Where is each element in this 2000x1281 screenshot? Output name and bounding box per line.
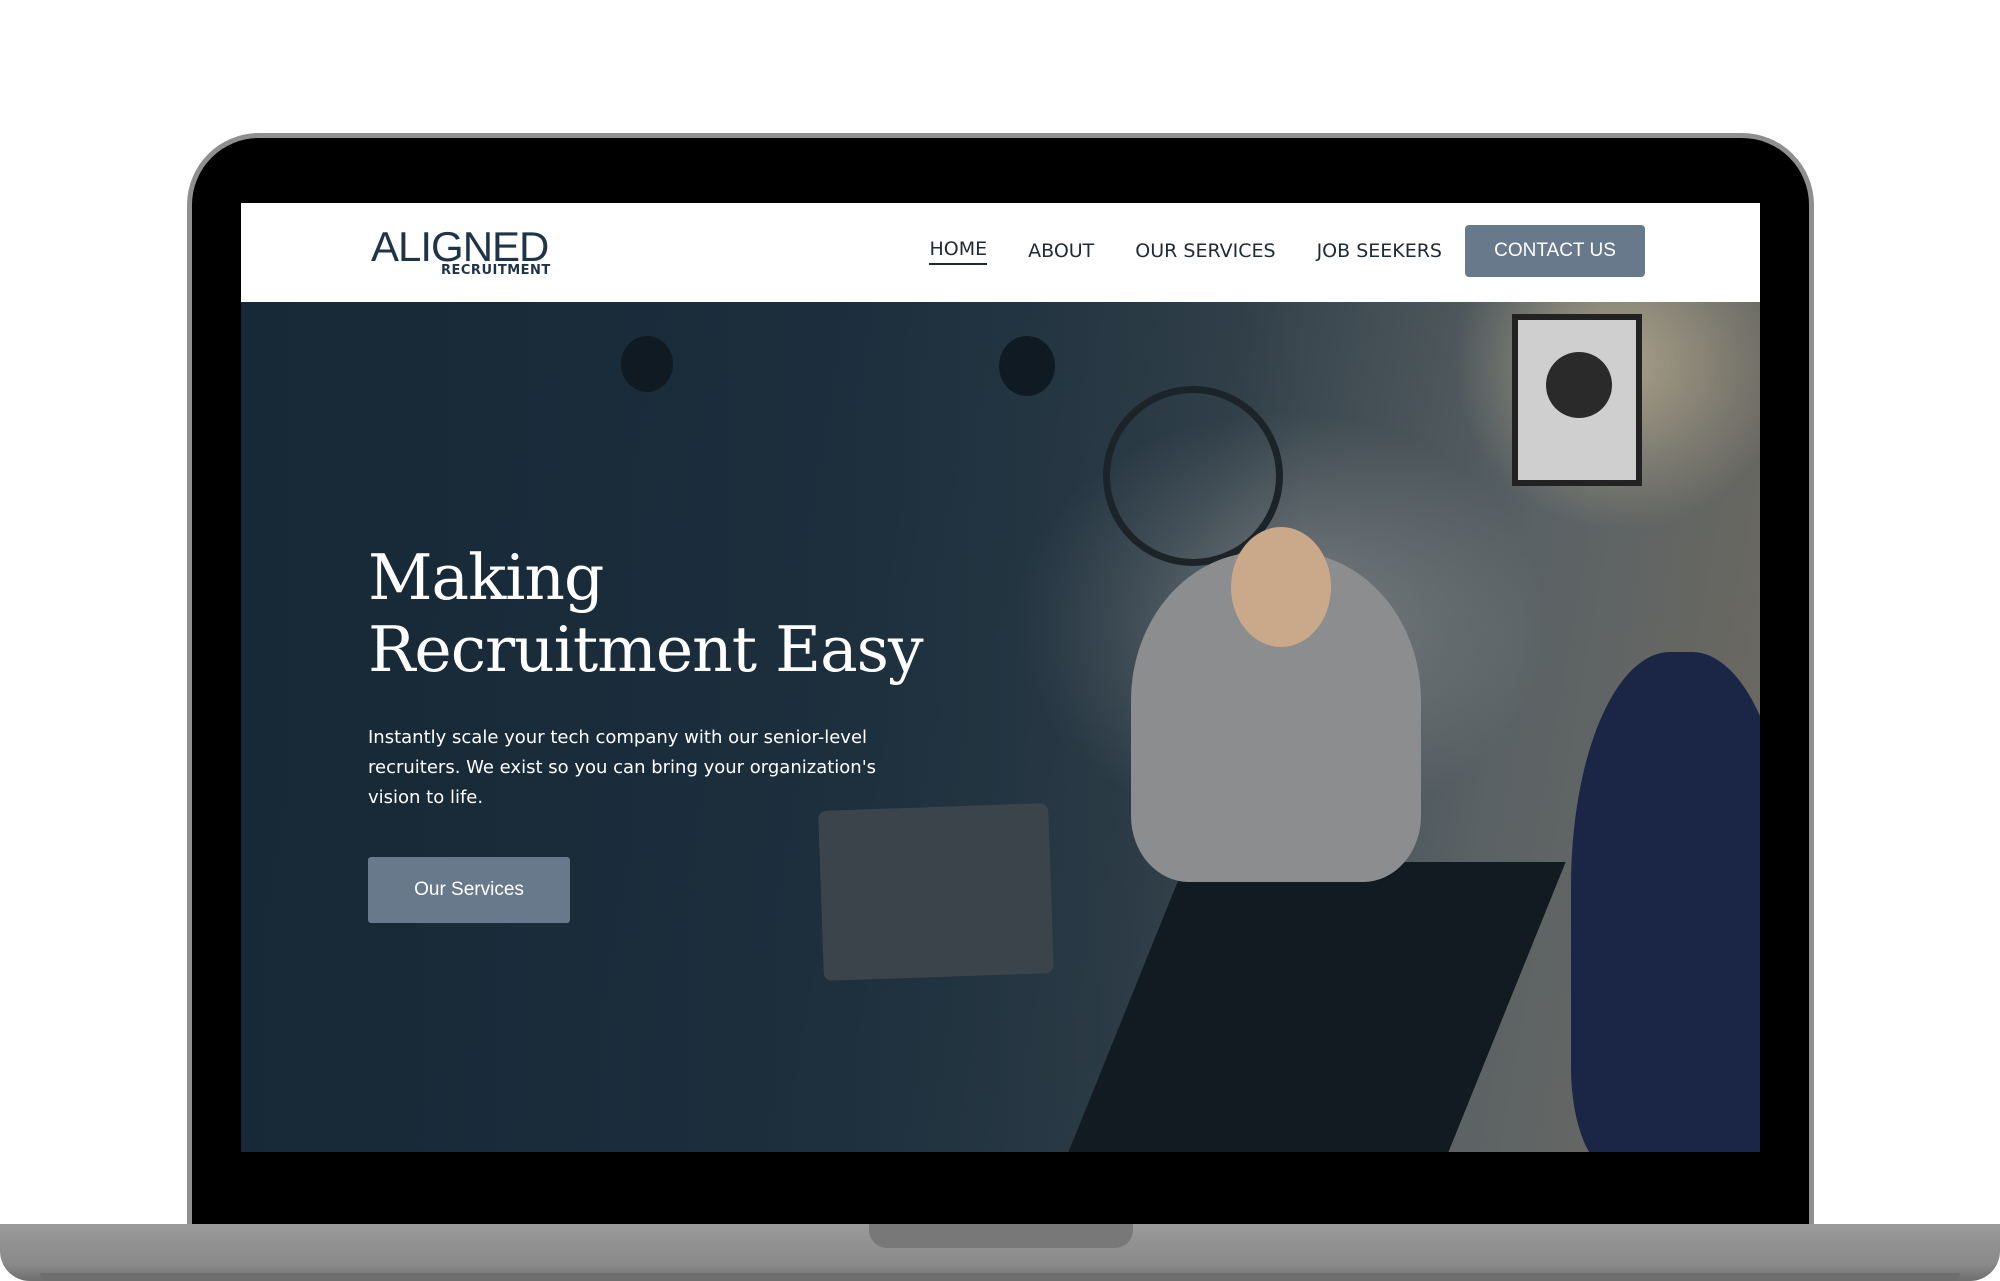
nav-item-home[interactable]: HOME xyxy=(929,238,988,265)
main-nav: HOME ABOUT OUR SERVICES JOB SEEKERS CONT… xyxy=(888,225,1645,277)
wall-dot-decoration xyxy=(621,336,673,392)
hero-title-line-1: Making xyxy=(368,541,604,614)
laptop-notch xyxy=(869,1224,1133,1248)
person-man-right xyxy=(1571,652,1760,1152)
meeting-table xyxy=(1056,862,1566,1152)
nav-item-job-seekers[interactable]: JOB SEEKERS xyxy=(1317,240,1442,262)
wall-poster xyxy=(1512,314,1642,486)
hero-title: Making Recruitment Easy xyxy=(368,542,988,686)
contact-us-button[interactable]: CONTACT US xyxy=(1465,225,1645,277)
nav-item-about[interactable]: ABOUT xyxy=(1028,240,1094,262)
nav-item-our-services[interactable]: OUR SERVICES xyxy=(1135,240,1275,262)
browser-screen: ALIGNED RECRUITMENT HOME ABOUT OUR SERVI… xyxy=(241,203,1760,1152)
hero-title-line-2: Recruitment Easy xyxy=(368,613,924,686)
our-services-button[interactable]: Our Services xyxy=(368,857,570,923)
hero-description: Instantly scale your tech company with o… xyxy=(368,727,877,808)
logo-subtitle: RECRUITMENT xyxy=(441,263,551,278)
laptop-with-stickers xyxy=(818,803,1054,981)
person-woman-head xyxy=(1231,527,1331,647)
wall-dot-decoration xyxy=(999,336,1055,396)
site-header: ALIGNED RECRUITMENT HOME ABOUT OUR SERVI… xyxy=(241,203,1760,302)
brand-logo[interactable]: ALIGNED RECRUITMENT xyxy=(371,223,556,283)
hero-section: Making Recruitment Easy Instantly scale … xyxy=(241,302,1760,1152)
